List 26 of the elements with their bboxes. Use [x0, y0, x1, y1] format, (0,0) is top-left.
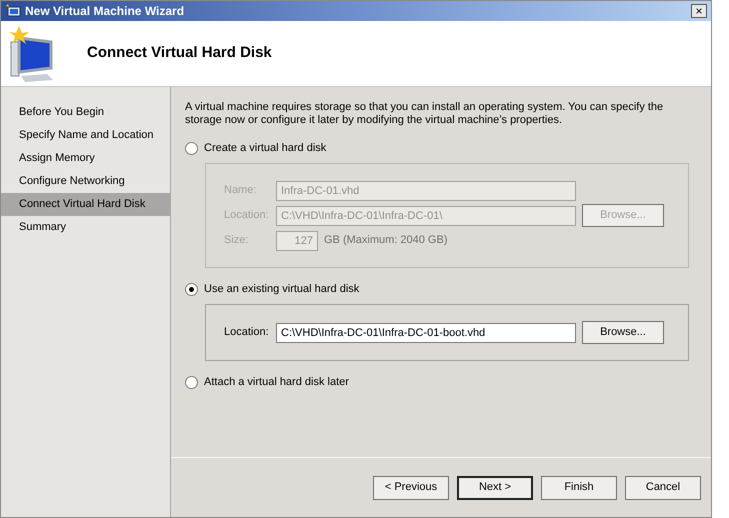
app-icon	[5, 4, 21, 18]
page-title: Connect Virtual Hard Disk	[87, 43, 272, 64]
wizard-button[interactable]: < Previous	[373, 476, 449, 500]
wizard-button[interactable]: Next >	[457, 476, 533, 500]
radio-button[interactable]	[185, 376, 198, 388]
wizard-step[interactable]: Before You Begin	[1, 101, 170, 124]
browse-button[interactable]: Browse...	[582, 321, 664, 344]
radio-button[interactable]	[185, 282, 198, 296]
wizard-button[interactable]: Cancel	[625, 476, 701, 500]
field-label: Size:	[224, 233, 250, 248]
option-label[interactable]: Attach a virtual hard disk later	[185, 373, 697, 391]
field-label: Location:	[224, 208, 270, 224]
wizard-step[interactable]: Configure Networking	[1, 170, 170, 193]
wizard-step[interactable]: Summary	[1, 216, 170, 239]
wizard-button[interactable]: Finish	[541, 476, 617, 500]
size-note: GB (Maximum: 2040 GB)	[324, 233, 448, 248]
field-label: Name:	[224, 183, 258, 198]
close-button[interactable]: ×	[691, 4, 707, 18]
window-title: New Virtual Machine Wizard	[25, 3, 184, 20]
wizard-step[interactable]: Connect Virtual Hard Disk	[1, 193, 170, 216]
wizard-step[interactable]: Specify Name and Location	[1, 124, 170, 147]
location-field[interactable]: C:\VHD\Infra-DC-01\Infra-DC-01-boot.vhd	[276, 322, 576, 342]
field-label: Location:	[224, 325, 270, 340]
description-text: A virtual machine requires storage so that you can install an operating system. You can specify the storage now or configure it later by modifying the virtual machine’s properties.	[185, 101, 664, 127]
wizard-step[interactable]: Assign Memory	[1, 147, 170, 170]
option-label[interactable]: Use an existing virtual hard disk	[185, 280, 697, 298]
